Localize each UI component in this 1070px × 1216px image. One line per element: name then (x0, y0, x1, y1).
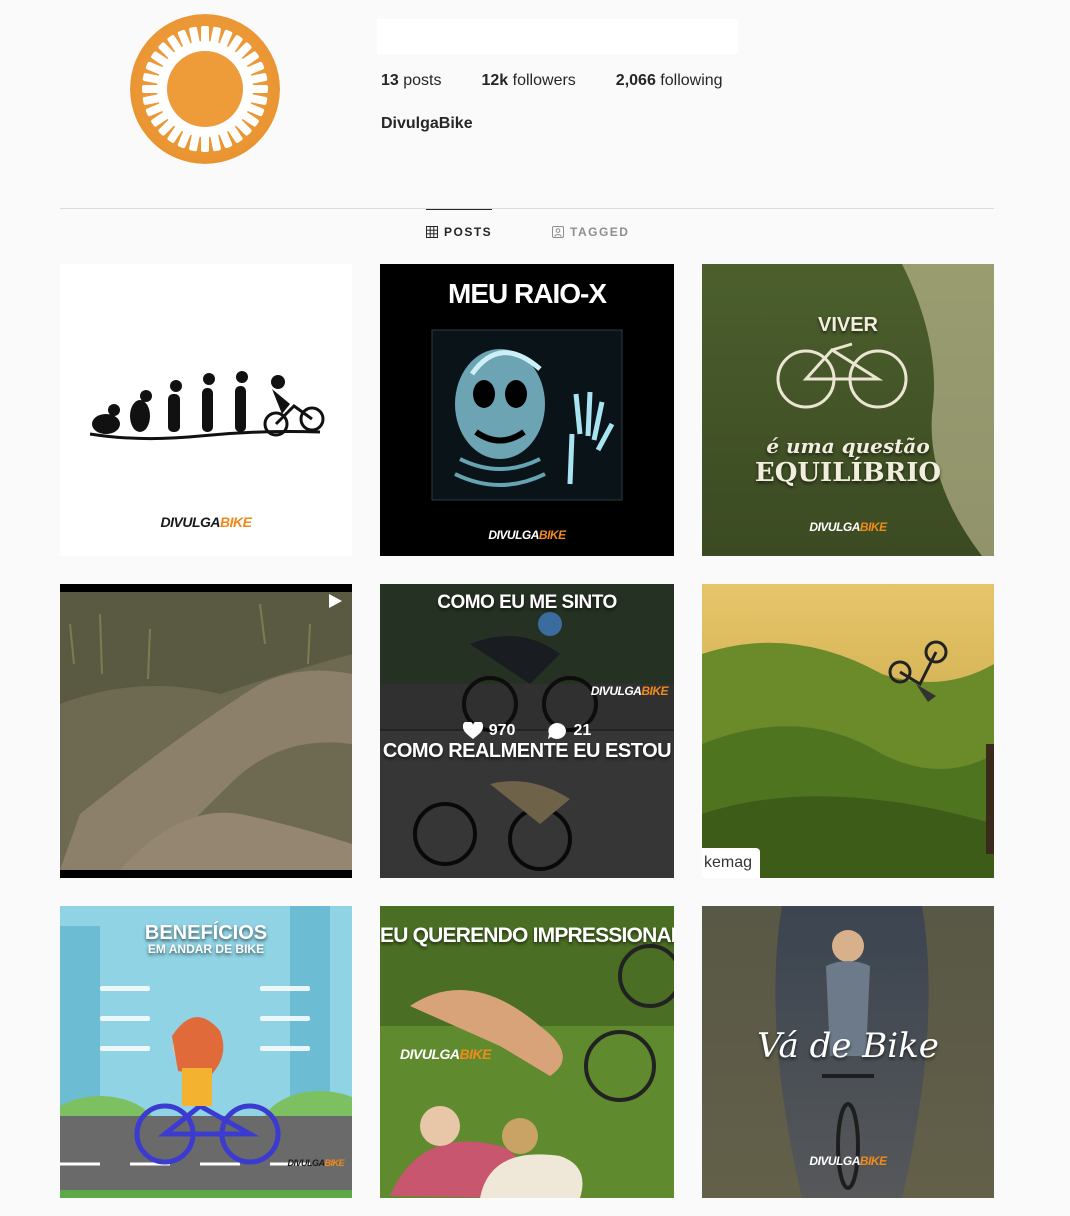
tagged-person-icon (552, 226, 564, 238)
following-stat[interactable]: 2,066 following (616, 72, 723, 90)
username-placeholder (377, 19, 738, 54)
grid-icon (426, 226, 438, 238)
chainring-logo-icon (130, 14, 280, 164)
post-caption-bottom: EQUILÍBRIO (754, 458, 942, 488)
following-count: 2,066 (615, 72, 656, 89)
comments-stat: 21 (547, 722, 591, 740)
post-tile[interactable]: EU QUERENDO IMPRESSIONAR DIVULGABIKE (380, 906, 674, 1198)
dirt-jump-photo (60, 592, 352, 870)
post-caption-mid: é uma questão (766, 434, 930, 458)
post-tile[interactable]: BENEFÍCIOS EM ANDAR DE BIKE DIVULGABIKE (60, 906, 352, 1198)
profile-full-name: DivulgaBike (381, 115, 473, 132)
followers-label: followers (512, 72, 576, 89)
brand-watermark: DIVULGABIKE (590, 684, 669, 698)
bike-trail-photo (702, 264, 994, 556)
post-tile[interactable]: COMO EU ME SINTO COMO REALMENTE EU ESTOU… (380, 584, 674, 878)
post-caption-top: COMO EU ME SINTO (437, 592, 617, 613)
post-caption-bottom: COMO REALMENTE EU ESTOU (382, 740, 672, 762)
post-tile[interactable]: MEU RAIO-X DIVULGABIKE (380, 264, 674, 556)
followers-count: 12k (481, 72, 509, 89)
brand-watermark: DIVULGABIKE (160, 514, 252, 530)
header-divider (60, 208, 994, 209)
brand-watermark: DIVULGABIKE (287, 1158, 344, 1168)
followers-stat[interactable]: 12k followers (482, 72, 576, 90)
post-caption: Vá de Bike (757, 1026, 939, 1066)
post-caption-top: VIVER (817, 314, 879, 336)
comment-bubble-icon (548, 723, 567, 739)
hover-stats-overlay: 970 21 (380, 720, 674, 742)
tab-tagged[interactable]: TAGGED (552, 210, 629, 254)
comments-count: 21 (573, 722, 592, 739)
green-hills-jump-photo (702, 584, 994, 878)
post-caption: EU QUERENDO IMPRESSIONAR (380, 924, 674, 947)
tab-tagged-label: TAGGED (570, 225, 630, 239)
profile-avatar[interactable] (130, 14, 280, 164)
likes-count: 970 (488, 722, 516, 739)
brand-watermark: DIVULGABIKE (400, 1046, 491, 1062)
heart-icon (462, 722, 483, 739)
photo-credit-label: kemag (702, 848, 761, 878)
post-caption: MEU RAIO-X (448, 278, 607, 309)
post-tile[interactable]: VIVER é uma questão EQUILÍBRIO DIVULGABI… (702, 264, 994, 556)
brand-watermark: DIVULGABIKE (488, 528, 566, 542)
profile-stats: 13 posts 12k followers 2,066 following (381, 72, 763, 90)
brand-watermark: DIVULGABIKE (809, 1154, 887, 1168)
likes-stat: 970 (462, 722, 516, 740)
posts-count: 13 (381, 72, 399, 89)
posts-label: posts (403, 72, 442, 89)
post-tile[interactable] (60, 584, 352, 878)
tab-posts[interactable]: POSTS (426, 209, 492, 254)
post-tile[interactable]: DIVULGABIKE (60, 264, 352, 556)
video-play-icon (326, 592, 344, 615)
following-label: following (660, 72, 723, 89)
brand-watermark: DIVULGABIKE (809, 520, 887, 534)
tab-posts-label: POSTS (444, 225, 493, 239)
post-tile[interactable]: Vá de Bike DIVULGABIKE (702, 906, 994, 1198)
post-tile[interactable]: kemag (702, 584, 994, 878)
post-caption-sub: EM ANDAR DE BIKE (147, 942, 265, 956)
evolution-silhouette-icon (89, 371, 325, 441)
posts-stat[interactable]: 13 posts (381, 72, 442, 90)
